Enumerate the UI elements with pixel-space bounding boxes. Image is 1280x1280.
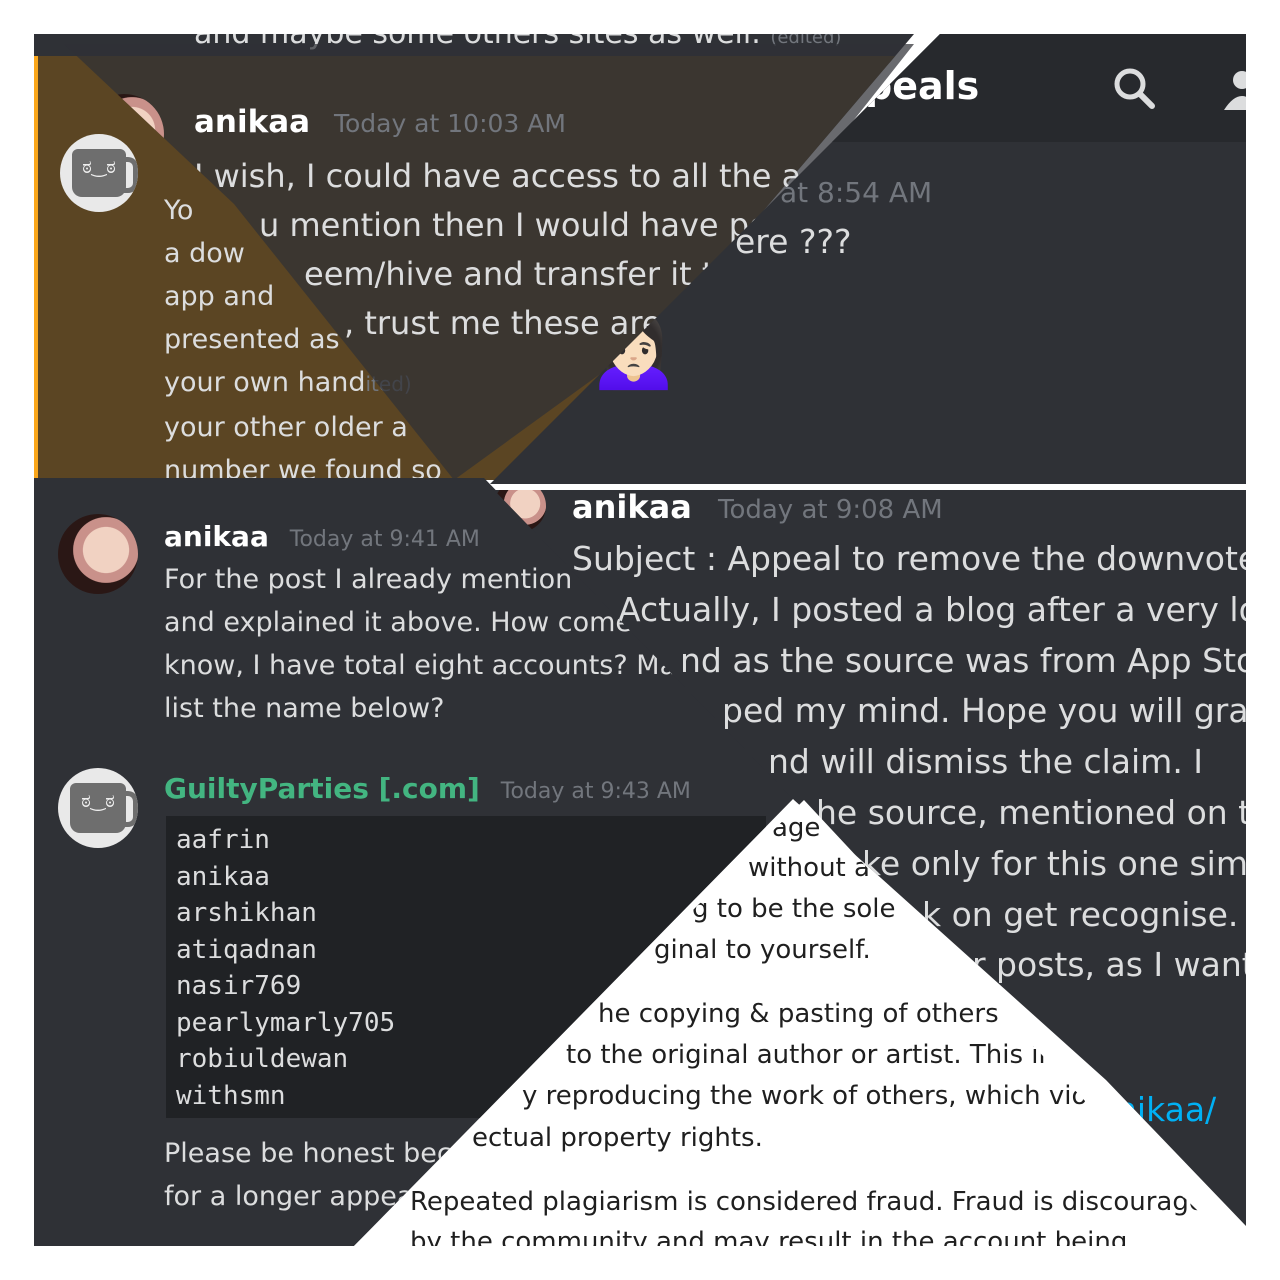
guideline-line: ectual property rights. (472, 1123, 763, 1153)
message-line: ere ??? (735, 222, 852, 261)
timestamp: at 8:54 AM (780, 176, 933, 209)
avatar[interactable] (58, 514, 138, 594)
author-name[interactable]: anikaa (194, 104, 310, 140)
message-line: Actually, I posted a blog after a very l… (618, 589, 1246, 629)
author-name[interactable]: GuiltyParties [.com] (164, 772, 480, 805)
account-name: anikaa (176, 861, 270, 892)
message-header: anikaa Today at 9:41 AM (164, 520, 480, 553)
author-name[interactable]: anikaa (572, 490, 692, 526)
avatar[interactable]: ಠ‿ಠ (58, 768, 138, 848)
timestamp: Today at 10:03 AM (333, 109, 566, 138)
mug-icon: ಠ‿ಠ (71, 148, 138, 198)
guideline-line: age (772, 813, 821, 843)
guideline-line: he copying & pasting of others' w (598, 999, 1036, 1029)
guideline-line: ginal to yourself. (654, 935, 871, 965)
message-line: I wish, I could have access to all the a… (194, 157, 819, 195)
message-line: and explained it above. How come (164, 607, 633, 638)
message-line: Subject : Appeal to remove the downvote. (572, 539, 1246, 578)
message-line: know, I have total eight accounts? Ma (164, 650, 677, 681)
guideline-line: g to be the sole (692, 894, 896, 924)
search-icon[interactable] (1112, 66, 1156, 110)
guideline-line: without a (748, 853, 870, 883)
author-name[interactable]: anikaa (164, 520, 269, 553)
guideline-line: by the community and may result in the a… (410, 1227, 1128, 1246)
guideline-line: to the original author or artist. This i… (566, 1040, 1070, 1070)
mention-highlight-bar (34, 56, 38, 480)
message-line: number we found so (164, 455, 442, 480)
mug-icon: ಠ‿ಠ (70, 783, 138, 833)
message-line: your other older a (164, 412, 408, 443)
message-header: GuiltyParties [.com] Today at 9:43 AM (164, 772, 691, 805)
message-header: anikaa Today at 9:08 AM (572, 490, 943, 526)
message-line: list the name below? (164, 693, 445, 724)
timestamp: Today at 9:08 AM (717, 495, 943, 525)
profile-link[interactable]: nikaa/ (1116, 1090, 1216, 1129)
guideline-line: y reproducing the work of others, which … (522, 1081, 1137, 1111)
message-line: u mention then I would have pow (259, 206, 795, 244)
timestamp: Today at 9:43 AM (500, 779, 691, 804)
member-list-icon[interactable] (1222, 68, 1246, 112)
account-name: aafrin (176, 825, 270, 855)
guideline-line: Repeated plagiarism is considered fraud.… (410, 1187, 1222, 1217)
avatar[interactable]: ಠ‿ಠ (60, 134, 138, 212)
timestamp: Today at 9:41 AM (289, 527, 480, 552)
message-line: Please be honest bec (164, 1138, 452, 1169)
message-header: anikaa Today at 10:03 AM (194, 104, 566, 140)
account-name: arshikhan (176, 898, 317, 928)
